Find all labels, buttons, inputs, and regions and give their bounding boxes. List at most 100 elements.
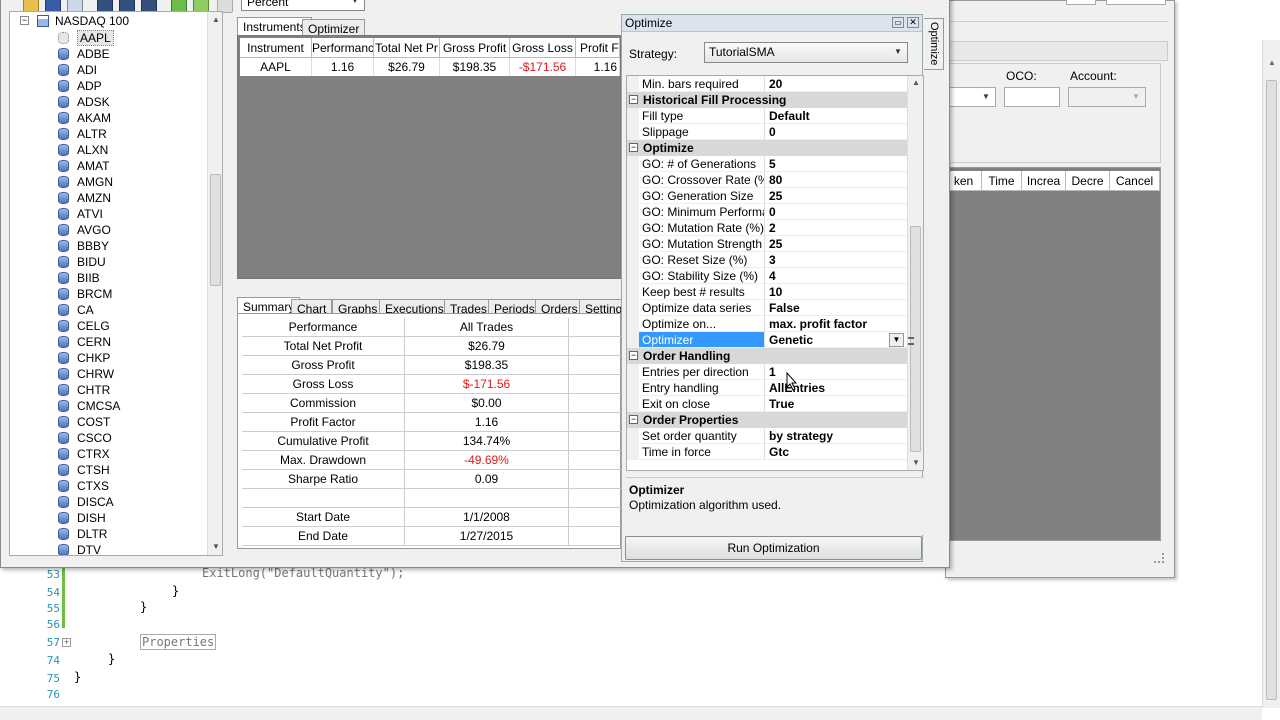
scroll-up-icon[interactable]: ▲ bbox=[212, 15, 220, 24]
tree-item[interactable]: BIIB bbox=[58, 270, 100, 286]
property-row[interactable]: Optimizer Genetic ▼ bbox=[627, 332, 907, 348]
summary-row[interactable]: Cumulative Profit 134.74% bbox=[242, 432, 622, 451]
property-value[interactable]: 0 bbox=[765, 204, 907, 220]
property-value[interactable]: 3 bbox=[765, 252, 907, 268]
tree-item[interactable]: AKAM bbox=[58, 110, 111, 126]
property-row[interactable]: GO: Minimum Performan 0 bbox=[627, 204, 907, 220]
code-line[interactable]: ExitLong("DefaultQuantity"); bbox=[202, 566, 404, 580]
property-row[interactable]: GO: # of Generations 5 bbox=[627, 156, 907, 172]
tree-item[interactable]: CTSH bbox=[58, 462, 110, 478]
tree-item[interactable]: DLTR bbox=[58, 526, 107, 542]
code-line[interactable]: } bbox=[172, 584, 179, 598]
summary-row[interactable]: Max. Drawdown -49.69% bbox=[242, 451, 622, 470]
tree-item[interactable]: ADI bbox=[58, 62, 97, 78]
property-row[interactable]: Time in force Gtc bbox=[627, 444, 907, 460]
code-line[interactable]: } bbox=[140, 600, 147, 614]
collapsed-region[interactable]: Properties bbox=[140, 634, 217, 650]
tree-item[interactable]: BRCM bbox=[58, 286, 112, 302]
summary-row[interactable]: Gross Profit $198.35 bbox=[242, 356, 622, 375]
property-row[interactable]: Slippage 0 bbox=[627, 124, 907, 140]
col-header[interactable]: Cancel bbox=[1110, 171, 1160, 191]
tree-item[interactable]: CHRW bbox=[58, 366, 114, 382]
property-value[interactable]: 10 bbox=[765, 284, 907, 300]
tree-item[interactable]: ADSK bbox=[58, 94, 110, 110]
summary-row[interactable]: Start Date 1/1/2008 bbox=[242, 508, 622, 527]
property-category[interactable]: − Order Handling bbox=[627, 348, 907, 364]
property-value[interactable]: 2 bbox=[765, 220, 907, 236]
property-row[interactable]: GO: Crossover Rate (%) 80 bbox=[627, 172, 907, 188]
property-row[interactable]: Optimize on... max. profit factor bbox=[627, 316, 907, 332]
summary-row[interactable]: Gross Loss $-171.56 bbox=[242, 375, 622, 394]
property-value[interactable]: Default bbox=[765, 108, 907, 124]
property-value[interactable]: False bbox=[765, 300, 907, 316]
tree-item[interactable]: CTRX bbox=[58, 446, 110, 462]
property-value[interactable]: Gtc bbox=[765, 444, 907, 460]
tree-item[interactable]: AVGO bbox=[58, 222, 111, 238]
table-cell[interactable]: $26.79 bbox=[374, 58, 440, 76]
col-header[interactable]: Total Net Pr bbox=[374, 38, 440, 58]
property-value[interactable]: 25 bbox=[765, 236, 907, 252]
scroll-up-icon[interactable]: ▲ bbox=[1268, 58, 1276, 67]
scroll-down-icon[interactable]: ▼ bbox=[212, 542, 220, 551]
summary-row[interactable]: End Date 1/27/2015 bbox=[242, 527, 622, 546]
order-type-dropdown[interactable]: ▼ bbox=[946, 87, 996, 107]
property-row[interactable]: GO: Generation Size 25 bbox=[627, 188, 907, 204]
property-value[interactable]: by strategy bbox=[765, 428, 907, 444]
resize-grip-icon[interactable] bbox=[1154, 553, 1164, 563]
tree-item[interactable]: DISH bbox=[58, 510, 106, 526]
tree-item[interactable]: CERN bbox=[58, 334, 111, 350]
tree-item[interactable]: AMAT bbox=[58, 158, 109, 174]
property-row[interactable]: Min. bars required 20 bbox=[627, 76, 907, 92]
collapse-icon[interactable]: − bbox=[629, 415, 638, 424]
tree-item[interactable]: CTXS bbox=[58, 478, 109, 494]
property-scrollbar[interactable]: ▲ ▼ bbox=[907, 76, 923, 470]
property-value[interactable]: 20 bbox=[765, 76, 907, 92]
property-value[interactable]: True bbox=[765, 396, 907, 412]
display-unit-dropdown[interactable]: Percent ▼ bbox=[241, 0, 365, 11]
tree-item[interactable]: CMCSA bbox=[58, 398, 120, 414]
splitter-grip-icon[interactable] bbox=[908, 337, 914, 345]
property-value[interactable]: max. profit factor bbox=[765, 316, 907, 332]
collapse-icon[interactable]: − bbox=[20, 16, 29, 25]
property-category[interactable]: − Order Properties bbox=[627, 412, 907, 428]
col-header[interactable]: Instrument bbox=[240, 38, 312, 58]
col-header[interactable]: Time bbox=[982, 171, 1022, 191]
property-category[interactable]: − Historical Fill Processing bbox=[627, 92, 907, 108]
tree-item[interactable]: CHKP bbox=[58, 350, 110, 366]
property-row[interactable]: GO: Mutation Rate (%) 2 bbox=[627, 220, 907, 236]
property-row[interactable]: Set order quantity by strategy bbox=[627, 428, 907, 444]
property-value[interactable]: 4 bbox=[765, 268, 907, 284]
table-cell[interactable]: AAPL bbox=[240, 58, 312, 76]
tree-item[interactable]: CHTR bbox=[58, 382, 110, 398]
property-row[interactable]: Entry handling AllEntries bbox=[627, 380, 907, 396]
editor-scrollbar-vertical[interactable]: ▲ bbox=[1262, 40, 1280, 708]
col-header[interactable]: Increa bbox=[1022, 171, 1066, 191]
tree-item[interactable]: DTV bbox=[58, 542, 101, 555]
summary-row[interactable]: Total Net Profit $26.79 bbox=[242, 337, 622, 356]
tree-item[interactable]: ATVI bbox=[58, 206, 103, 222]
property-row[interactable]: GO: Stability Size (%) 4 bbox=[627, 268, 907, 284]
account-dropdown[interactable]: ▼ bbox=[1068, 87, 1146, 107]
property-row[interactable]: Optimize data series False bbox=[627, 300, 907, 316]
property-row[interactable]: Keep best # results 10 bbox=[627, 284, 907, 300]
summary-row[interactable]: Profit Factor 1.16 bbox=[242, 413, 622, 432]
table-cell[interactable]: -$171.56 bbox=[510, 58, 576, 76]
tree-item[interactable]: CSCO bbox=[58, 430, 112, 446]
property-row[interactable]: GO: Mutation Strength (%25 bbox=[627, 236, 907, 252]
tree-item[interactable]: AAPL bbox=[58, 30, 114, 46]
code-line[interactable]: } bbox=[74, 670, 81, 684]
expand-region-icon[interactable]: + bbox=[62, 638, 71, 647]
summary-row[interactable]: Commission $0.00 bbox=[242, 394, 622, 413]
run-optimization-button[interactable]: Run Optimization bbox=[625, 536, 922, 560]
table-cell[interactable]: 1.16 bbox=[312, 58, 374, 76]
optimize-side-tab[interactable]: Optimize bbox=[924, 18, 944, 70]
oco-input[interactable] bbox=[1004, 87, 1060, 107]
col-header[interactable]: Profit Fa bbox=[576, 38, 620, 58]
summary-row[interactable] bbox=[242, 489, 622, 508]
property-row[interactable]: Fill type Default bbox=[627, 108, 907, 124]
tree-item[interactable]: ADBE bbox=[58, 46, 110, 62]
property-value[interactable]: 80 bbox=[765, 172, 907, 188]
tree-scrollbar[interactable]: ▲ ▼ bbox=[207, 12, 222, 555]
col-header[interactable]: Gross Loss bbox=[510, 38, 576, 58]
instrument-tree[interactable]: − NASDAQ 100 AAPL ADBE ADI ADP ADSK AKAM ALTR A… bbox=[9, 11, 223, 556]
